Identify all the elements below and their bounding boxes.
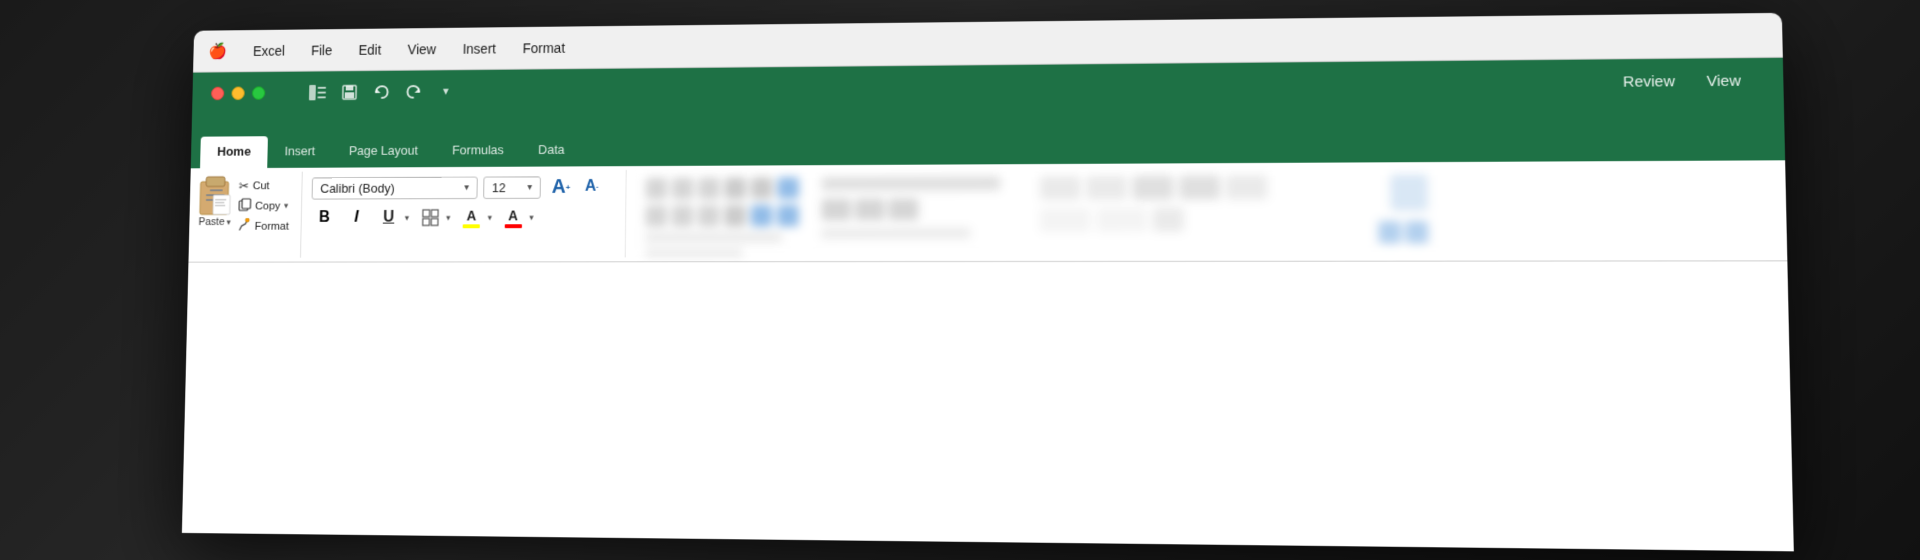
italic-button[interactable]: I: [343, 204, 370, 231]
font-row2: B I U ▾: [311, 203, 616, 231]
menu-review[interactable]: Review: [1623, 73, 1675, 91]
font-section: Calibri (Body) ▾ 12 ▾ A+ A-: [301, 170, 627, 258]
maximize-button[interactable]: [252, 86, 265, 100]
save-icon[interactable]: [336, 79, 363, 106]
format-painter-button[interactable]: Format: [236, 217, 291, 235]
highlight-color-button-group: A ▾: [458, 204, 494, 231]
copy-button[interactable]: Copy ▾: [236, 197, 291, 216]
font-family-select[interactable]: Calibri (Body) ▾: [312, 176, 478, 199]
font-color-indicator: [504, 224, 521, 228]
increase-font-size-button[interactable]: A+: [548, 174, 573, 199]
menu-file[interactable]: File: [307, 40, 336, 59]
apple-logo-icon: 🍎: [208, 41, 227, 60]
paste-label: Paste: [198, 216, 225, 228]
menu-excel[interactable]: Excel: [249, 41, 289, 61]
font-row1: Calibri (Body) ▾ 12 ▾ A+ A-: [312, 174, 616, 201]
copy-dropdown-arrow[interactable]: ▾: [284, 201, 288, 212]
font-family-dropdown-arrow: ▾: [464, 182, 469, 193]
menu-view[interactable]: View: [404, 39, 440, 59]
border-button-group: ▾: [416, 204, 452, 231]
ribbon-header: ▼ Review View Home Insert Page Layout: [191, 58, 1785, 169]
cut-button[interactable]: ✂ Cut: [237, 177, 292, 195]
copy-icon: [238, 198, 251, 214]
font-color-button[interactable]: A: [499, 204, 526, 231]
ribbon-toolbar: Paste ▾ ✂ Cut: [188, 160, 1787, 262]
tab-home[interactable]: Home: [200, 136, 268, 168]
menu-insert[interactable]: Insert: [459, 38, 500, 58]
blurred-right-sections: [626, 164, 1788, 257]
ribbon-header-menu: Review View: [1623, 72, 1741, 90]
menu-format[interactable]: Format: [519, 38, 569, 58]
highlight-color-indicator: [463, 224, 480, 228]
quick-access-toolbar: ▼: [304, 78, 459, 106]
paste-icon: [197, 176, 233, 217]
font-color-dropdown-arrow[interactable]: ▾: [527, 210, 535, 225]
clipboard-section: Paste ▾ ✂ Cut: [189, 172, 303, 258]
blur-number-group: [821, 176, 1020, 238]
border-button[interactable]: [416, 204, 443, 231]
blur-far-right: [1324, 174, 1428, 243]
bold-button[interactable]: B: [311, 204, 338, 231]
clipboard-actions: ✂ Cut Copy ▾: [236, 177, 292, 235]
close-button[interactable]: [211, 87, 224, 100]
undo-icon[interactable]: [368, 78, 395, 105]
excel-window: 🍎 Excel File Edit View Insert Format: [182, 13, 1794, 552]
sidebar-toggle-icon[interactable]: [304, 79, 331, 106]
redo-icon[interactable]: [400, 78, 427, 105]
underline-button-group: U ▾: [375, 204, 411, 231]
decrease-font-size-button[interactable]: A-: [579, 174, 604, 200]
paste-dropdown-arrow[interactable]: ▾: [226, 217, 230, 228]
tab-formulas[interactable]: Formulas: [435, 135, 521, 168]
format-painter-icon: [238, 218, 251, 234]
font-size-select[interactable]: 12 ▾: [483, 176, 541, 199]
underline-button[interactable]: U: [375, 204, 402, 231]
highlight-dropdown-arrow[interactable]: ▾: [486, 210, 494, 225]
highlight-color-button[interactable]: A: [458, 204, 485, 231]
font-color-button-group: A ▾: [499, 204, 535, 231]
window-controls: [211, 86, 265, 100]
blur-alignment-group: [645, 177, 802, 257]
spreadsheet-body: [182, 261, 1794, 551]
tab-page-layout[interactable]: Page Layout: [332, 135, 436, 167]
paste-button[interactable]: Paste ▾: [197, 176, 234, 228]
menu-edit[interactable]: Edit: [355, 40, 386, 60]
menu-view-right[interactable]: View: [1706, 72, 1741, 90]
border-dropdown-arrow[interactable]: ▾: [444, 210, 452, 225]
cut-icon: ✂: [239, 179, 250, 194]
blur-styles-group: [1040, 175, 1325, 232]
tab-insert[interactable]: Insert: [267, 136, 332, 168]
qat-dropdown-icon[interactable]: ▼: [432, 78, 459, 105]
minimize-button[interactable]: [231, 87, 244, 101]
font-size-dropdown-arrow: ▾: [527, 182, 532, 193]
underline-dropdown-arrow[interactable]: ▾: [403, 210, 411, 225]
tab-data[interactable]: Data: [521, 134, 582, 166]
